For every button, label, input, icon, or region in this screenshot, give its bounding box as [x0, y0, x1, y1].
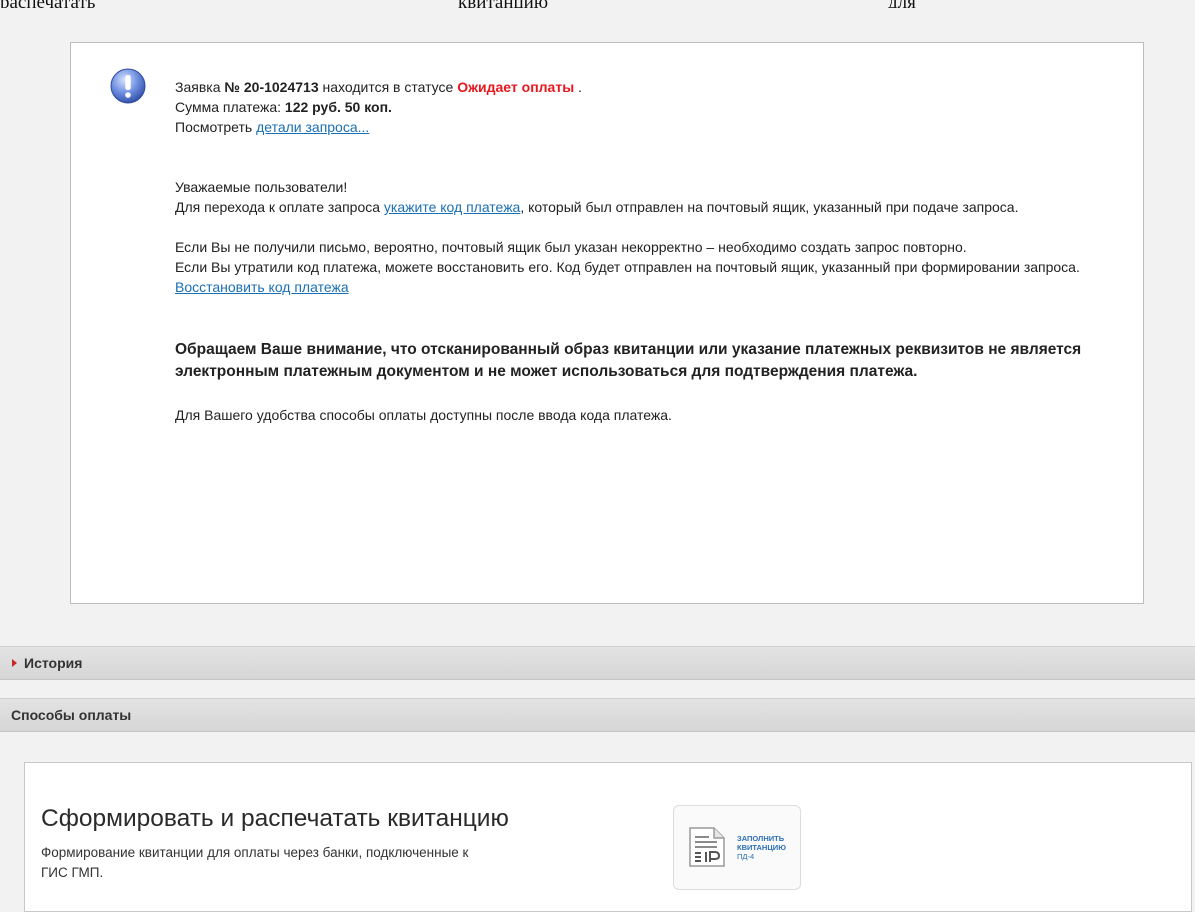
history-section-title: История	[24, 655, 83, 671]
request-number: № 20-1024713	[224, 79, 319, 95]
notice-text: Заявка № 20-1024713 находится в статусе …	[175, 77, 1115, 425]
view-details-line: Посмотреть детали запроса...	[175, 119, 370, 135]
lost-code-paragraph: Если Вы утратили код платежа, можете вос…	[175, 259, 1080, 295]
fill-receipt-pd4-button[interactable]: Заполнить квитанцию ПД-4	[673, 805, 801, 890]
enter-payment-code-link[interactable]: укажите код платежа	[384, 199, 520, 215]
truncated-word-2: квитанцию	[458, 0, 548, 8]
status-line: Заявка № 20-1024713 находится в статусе …	[175, 79, 582, 95]
fill-receipt-label: Заполнить квитанцию ПД-4	[737, 834, 786, 861]
request-status-notice: Заявка № 20-1024713 находится в статусе …	[70, 42, 1144, 604]
payment-methods-section-title: Способы оплаты	[11, 707, 132, 723]
restore-payment-code-link[interactable]: Восстановить код платежа	[175, 279, 349, 295]
attention-paragraph: Обращаем Ваше внимание, что отсканирован…	[175, 341, 1082, 380]
payment-methods-section-header[interactable]: Способы оплаты	[0, 698, 1195, 732]
greeting: Уважаемые пользователи!	[175, 179, 348, 195]
payment-method-description: Формирование квитанции для оплаты через …	[41, 845, 469, 880]
exclamation-info-icon	[110, 68, 146, 104]
payment-method-title: Сформировать и распечатать квитанцию	[41, 805, 509, 832]
history-section-header[interactable]: История	[0, 646, 1195, 680]
amount-line: Сумма платежа: 122 руб. 50 коп.	[175, 99, 392, 115]
status-value: Ожидает оплаты	[457, 79, 575, 95]
payment-amount: 122 руб. 50 коп.	[284, 99, 392, 115]
truncated-header-text: распечатать квитанцию для	[0, 0, 1195, 8]
convenience-note: Для Вашего удобства способы оплаты досту…	[175, 407, 672, 423]
expand-arrow-icon	[12, 659, 17, 667]
truncated-word-3: для	[888, 0, 916, 8]
no-letter-paragraph: Если Вы не получили письмо, вероятно, по…	[175, 239, 967, 255]
payment-method-receipt-panel: Сформировать и распечатать квитанцию Фор…	[24, 762, 1192, 912]
enter-code-paragraph: Для перехода к оплате запроса укажите ко…	[175, 199, 1019, 215]
document-receipt-icon	[689, 827, 725, 867]
truncated-word-1: распечатать	[0, 0, 95, 8]
request-details-link[interactable]: детали запроса...	[256, 119, 369, 135]
